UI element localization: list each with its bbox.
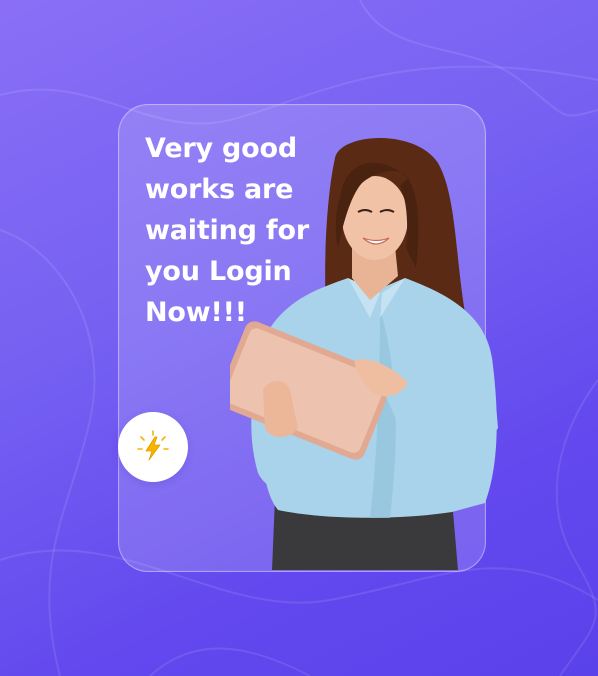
woman-with-tablet-image (230, 138, 498, 570)
login-promo-panel: Very good works are waiting for you Logi… (0, 0, 598, 676)
lightning-badge (118, 412, 188, 482)
lightning-bolt-icon (137, 430, 169, 461)
